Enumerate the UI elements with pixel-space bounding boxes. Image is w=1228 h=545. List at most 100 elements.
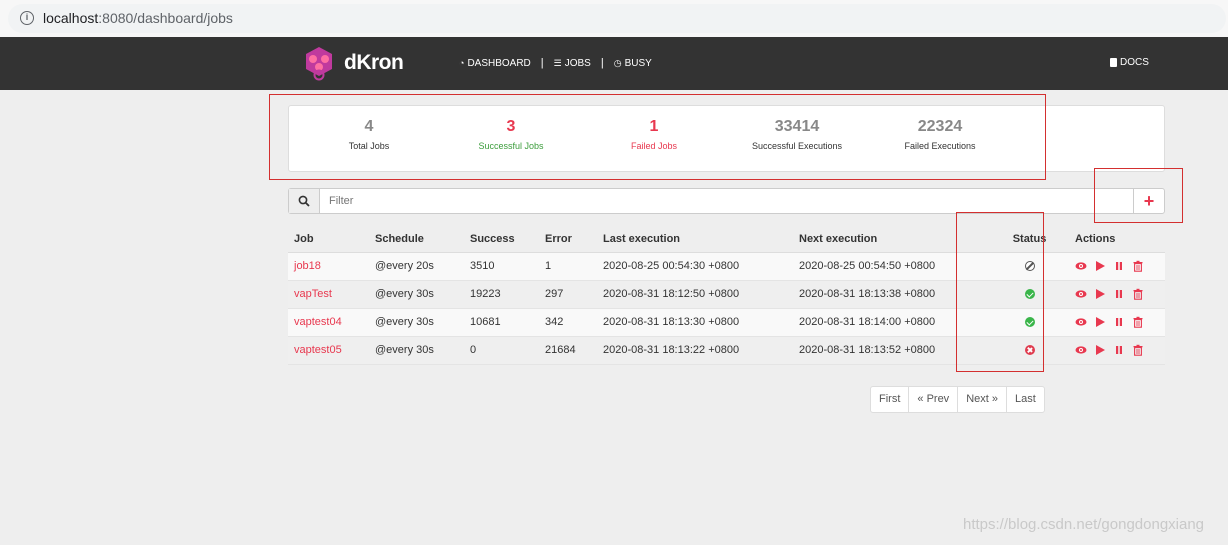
stat-value: 22324 [917,118,963,135]
col-job[interactable]: Job [288,226,369,253]
delete-trash-icon[interactable] [1132,344,1144,356]
nav-busy[interactable]: ◷ BUSY [614,58,652,69]
book-icon [1110,58,1117,67]
page-next[interactable]: Next » [957,387,1006,412]
run-play-icon[interactable] [1094,344,1106,356]
nav-docs-label: DOCS [1120,57,1149,68]
pagination: First « Prev Next » Last [870,386,1045,413]
job-success-count: 10681 [464,308,539,337]
job-schedule: @every 20s [369,252,464,281]
job-actions [1069,308,1165,337]
dashboard-icon: ◔ [459,58,465,68]
job-actions [1069,280,1165,309]
page-last[interactable]: Last [1005,387,1044,412]
stat-label: Successful Jobs [478,141,544,151]
job-last-execution: 2020-08-31 18:13:30 +0800 [597,308,793,337]
nav-separator: | [600,57,604,69]
add-job-button[interactable]: + [1133,189,1164,213]
job-next-execution: 2020-08-31 18:13:52 +0800 [793,336,990,365]
nav-dashboard[interactable]: ◔ DASHBOARD [459,58,531,69]
nav-dashboard-label: DASHBOARD [467,57,531,69]
page-first[interactable]: First [871,387,908,412]
toggle-pause-icon[interactable] [1113,344,1125,356]
table-row: job18 @every 20s 3510 1 2020-08-25 00:54:30 … [288,252,1165,281]
brand-logo[interactable]: dKron [302,43,404,83]
nav-jobs[interactable]: ☰ JOBS [554,58,591,69]
stat-failed-executions: 22324 Failed Executions [875,118,1005,151]
status-disabled-icon [1024,261,1035,272]
run-play-icon[interactable] [1094,316,1106,328]
stat-successful-executions: 33414 Successful Executions [732,118,862,151]
page-prev[interactable]: « Prev [908,387,957,412]
nav-jobs-label: JOBS [564,57,591,69]
col-status[interactable]: Status [990,226,1069,253]
status-success-icon [1024,289,1035,300]
job-name-link[interactable]: vaptest05 [288,336,369,365]
delete-trash-icon[interactable] [1132,260,1144,272]
job-actions [1069,336,1165,365]
filter-input[interactable] [320,189,1133,213]
stat-successful-jobs: 3 Successful Jobs [446,118,576,151]
view-eye-icon[interactable] [1075,344,1087,356]
col-success[interactable]: Success [464,226,539,253]
toggle-pause-icon[interactable] [1113,260,1125,272]
job-success-count: 3510 [464,252,539,281]
delete-trash-icon[interactable] [1132,288,1144,300]
view-eye-icon[interactable] [1075,316,1087,328]
col-last-execution[interactable]: Last execution [597,226,793,253]
stat-label: Total Jobs [348,141,390,151]
stat-total-jobs: 4 Total Jobs [304,118,434,151]
top-navbar: dKron ◔ DASHBOARD | ☰ JOBS | ◷ BUSY DOCS [0,37,1228,90]
view-eye-icon[interactable] [1075,288,1087,300]
run-play-icon[interactable] [1094,288,1106,300]
job-next-execution: 2020-08-25 00:54:50 +0800 [793,252,990,281]
job-actions [1069,252,1165,281]
watermark: https://blog.csdn.net/gongdongxiang [963,516,1205,533]
main-nav: ◔ DASHBOARD | ☰ JOBS | ◷ BUSY [459,57,652,69]
col-error[interactable]: Error [539,226,597,253]
job-name-link[interactable]: vapTest [288,280,369,309]
site-info-icon[interactable]: i [20,11,34,25]
nav-docs[interactable]: DOCS [1110,57,1149,68]
url-text[interactable]: localhost:8080/dashboard/jobs [43,10,233,26]
col-next-execution[interactable]: Next execution [793,226,990,253]
job-name-link[interactable]: vaptest04 [288,308,369,337]
url-host: localhost [43,10,99,26]
job-success-count: 19223 [464,280,539,309]
job-last-execution: 2020-08-31 18:12:50 +0800 [597,280,793,309]
status-failed-icon [1024,345,1035,356]
table-row: vapTest @every 30s 19223 297 2020-08-31 18:1… [288,280,1165,309]
url-path: :8080/dashboard/jobs [98,10,233,26]
filter-bar: + [288,188,1165,214]
stat-value: 33414 [774,118,820,135]
stat-value: 1 [649,118,659,135]
dkron-logo-icon [306,47,332,81]
table-row: vaptest04 @every 30s 10681 342 2020-08-31 18… [288,308,1165,337]
stat-label: Successful Executions [751,141,843,151]
toggle-pause-icon[interactable] [1113,316,1125,328]
stat-label: Failed Executions [904,141,976,151]
stat-value: 3 [506,118,516,135]
job-next-execution: 2020-08-31 18:14:00 +0800 [793,308,990,337]
delete-trash-icon[interactable] [1132,316,1144,328]
job-status [990,336,1069,365]
nav-separator: | [540,57,544,69]
brand-name: dKron [344,51,404,74]
nav-busy-label: BUSY [624,57,652,69]
job-name-link[interactable]: job18 [288,252,369,281]
toggle-pause-icon[interactable] [1113,288,1125,300]
clock-icon: ◷ [613,57,622,68]
job-schedule: @every 30s [369,336,464,365]
stat-value: 4 [364,118,374,135]
job-schedule: @every 30s [369,308,464,337]
job-status [990,308,1069,337]
stat-failed-jobs: 1 Failed Jobs [589,118,719,151]
view-eye-icon[interactable] [1075,260,1087,272]
job-error-count: 297 [539,280,597,309]
browser-address-bar: i localhost:8080/dashboard/jobs [0,0,1228,37]
job-error-count: 21684 [539,336,597,365]
col-schedule[interactable]: Schedule [369,226,464,253]
run-play-icon[interactable] [1094,260,1106,272]
jobs-table: Job Schedule Success Error Last executio… [288,226,1165,365]
job-status [990,280,1069,309]
